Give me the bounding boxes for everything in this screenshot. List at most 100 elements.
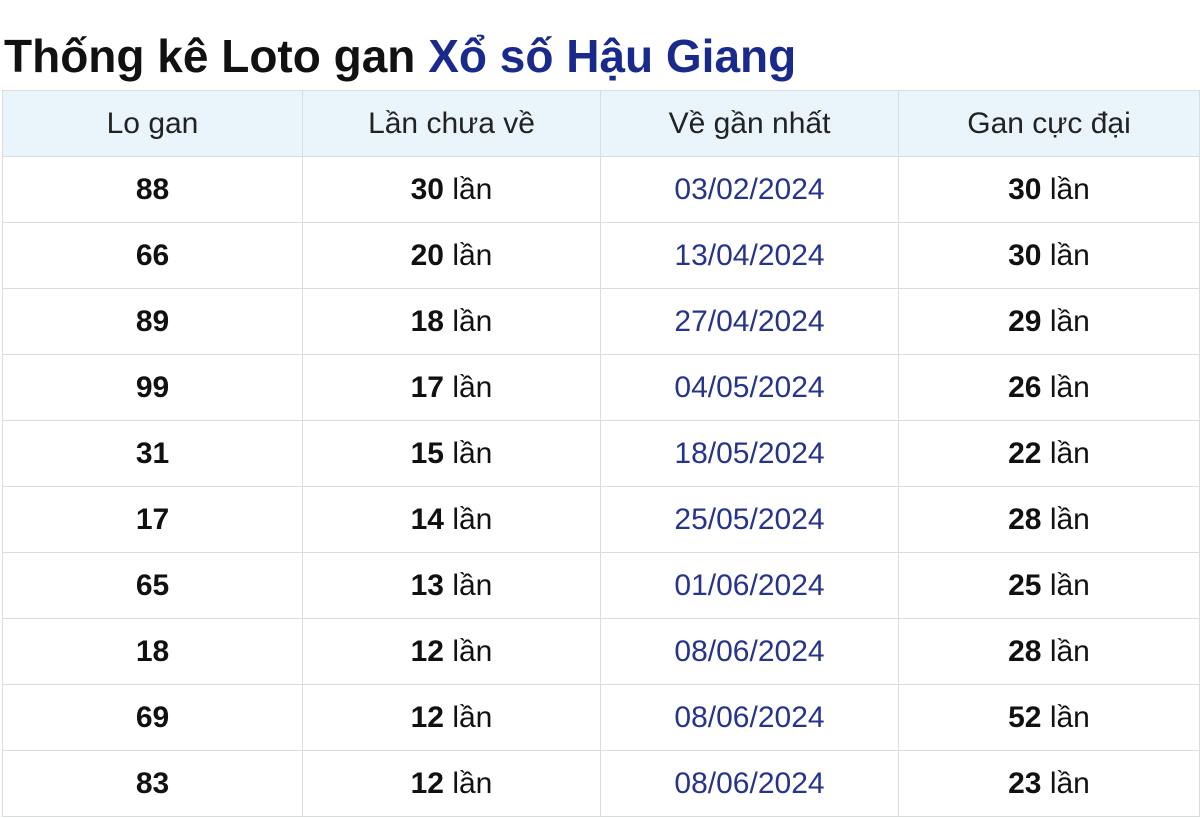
missed-count-cell: 15 lần bbox=[302, 420, 601, 487]
lo-number: 17 bbox=[135, 502, 170, 536]
table-row: 69 12 lần 08/06/2024 52 lần bbox=[2, 684, 1200, 751]
missed-count-cell: 20 lần bbox=[302, 222, 601, 289]
lo-number-cell: 17 bbox=[2, 486, 303, 553]
last-date: 08/06/2024 bbox=[674, 634, 825, 668]
last-date-cell: 13/04/2024 bbox=[600, 222, 899, 289]
lo-number-cell: 99 bbox=[2, 354, 303, 421]
last-date-cell: 25/05/2024 bbox=[600, 486, 899, 553]
unit-label: lần bbox=[452, 634, 493, 668]
unit-label: lần bbox=[1049, 304, 1090, 338]
unit-label: lần bbox=[1049, 568, 1090, 602]
max-gan-cell: 23 lần bbox=[898, 750, 1200, 817]
header-row: Lo gan Lần chưa về Về gần nhất Gan cực đ… bbox=[2, 90, 1200, 157]
unit-label: lần bbox=[452, 304, 493, 338]
missed-count-cell: 18 lần bbox=[302, 288, 601, 355]
max-gan-count: 30 bbox=[1008, 172, 1042, 206]
missed-count-cell: 17 lần bbox=[302, 354, 601, 421]
unit-label: lần bbox=[1049, 370, 1090, 404]
max-gan-cell: 25 lần bbox=[898, 552, 1200, 619]
lo-number-cell: 65 bbox=[2, 552, 303, 619]
table-row: 18 12 lần 08/06/2024 28 lần bbox=[2, 618, 1200, 685]
lo-number-cell: 88 bbox=[2, 156, 303, 223]
max-gan-cell: 30 lần bbox=[898, 156, 1200, 223]
last-date-cell: 08/06/2024 bbox=[600, 618, 899, 685]
lo-number-cell: 31 bbox=[2, 420, 303, 487]
lo-number-cell: 66 bbox=[2, 222, 303, 289]
missed-count: 30 bbox=[410, 172, 444, 206]
last-date-cell: 08/06/2024 bbox=[600, 750, 899, 817]
lo-number: 83 bbox=[135, 766, 170, 800]
last-date: 08/06/2024 bbox=[674, 766, 825, 800]
unit-label: lần bbox=[1049, 766, 1090, 800]
lo-number-cell: 69 bbox=[2, 684, 303, 751]
lo-number-cell: 89 bbox=[2, 288, 303, 355]
unit-label: lần bbox=[452, 436, 493, 470]
missed-count: 12 bbox=[410, 700, 444, 734]
unit-label: lần bbox=[452, 502, 493, 536]
unit-label: lần bbox=[452, 766, 493, 800]
missed-count: 12 bbox=[410, 634, 444, 668]
max-gan-cell: 26 lần bbox=[898, 354, 1200, 421]
lo-gan-table: Lo gan Lần chưa về Về gần nhất Gan cực đ… bbox=[2, 90, 1200, 817]
last-date: 01/06/2024 bbox=[674, 568, 825, 602]
lo-number: 65 bbox=[135, 568, 170, 602]
table-body: 88 30 lần 03/02/2024 30 lần 66 20 lần 13… bbox=[2, 156, 1200, 817]
lo-number-cell: 83 bbox=[2, 750, 303, 817]
missed-count: 12 bbox=[410, 766, 444, 800]
last-date-cell: 08/06/2024 bbox=[600, 684, 899, 751]
max-gan-count: 52 bbox=[1008, 700, 1042, 734]
missed-count-cell: 12 lần bbox=[302, 618, 601, 685]
unit-label: lần bbox=[1049, 172, 1090, 206]
province-link[interactable]: Xổ số Hậu Giang bbox=[428, 30, 796, 82]
last-date-cell: 01/06/2024 bbox=[600, 552, 899, 619]
max-gan-count: 22 bbox=[1008, 436, 1042, 470]
last-date-cell: 27/04/2024 bbox=[600, 288, 899, 355]
missed-count-cell: 12 lần bbox=[302, 750, 601, 817]
table-row: 31 15 lần 18/05/2024 22 lần bbox=[2, 420, 1200, 487]
lo-number: 66 bbox=[135, 238, 170, 272]
header-ve-gan-nhat: Về gần nhất bbox=[600, 90, 899, 157]
max-gan-count: 30 bbox=[1008, 238, 1042, 272]
table-row: 17 14 lần 25/05/2024 28 lần bbox=[2, 486, 1200, 553]
last-date: 27/04/2024 bbox=[674, 304, 825, 338]
max-gan-cell: 30 lần bbox=[898, 222, 1200, 289]
table-row: 89 18 lần 27/04/2024 29 lần bbox=[2, 288, 1200, 355]
unit-label: lần bbox=[452, 700, 493, 734]
missed-count-cell: 14 lần bbox=[302, 486, 601, 553]
max-gan-cell: 29 lần bbox=[898, 288, 1200, 355]
max-gan-count: 23 bbox=[1008, 766, 1042, 800]
max-gan-cell: 28 lần bbox=[898, 618, 1200, 685]
unit-label: lần bbox=[452, 568, 493, 602]
last-date: 18/05/2024 bbox=[674, 436, 825, 470]
last-date-cell: 18/05/2024 bbox=[600, 420, 899, 487]
max-gan-cell: 22 lần bbox=[898, 420, 1200, 487]
table-row: 65 13 lần 01/06/2024 25 lần bbox=[2, 552, 1200, 619]
last-date: 08/06/2024 bbox=[674, 700, 825, 734]
max-gan-count: 29 bbox=[1008, 304, 1042, 338]
unit-label: lần bbox=[1049, 436, 1090, 470]
max-gan-count: 28 bbox=[1008, 634, 1042, 668]
missed-count: 14 bbox=[410, 502, 444, 536]
lo-number: 89 bbox=[135, 304, 170, 338]
last-date-cell: 04/05/2024 bbox=[600, 354, 899, 421]
unit-label: lần bbox=[452, 238, 493, 272]
unit-label: lần bbox=[1049, 700, 1090, 734]
header-lan-chua-ve: Lần chưa về bbox=[302, 90, 601, 157]
max-gan-count: 25 bbox=[1008, 568, 1042, 602]
last-date: 13/04/2024 bbox=[674, 238, 825, 272]
missed-count: 18 bbox=[410, 304, 444, 338]
last-date: 25/05/2024 bbox=[674, 502, 825, 536]
max-gan-cell: 52 lần bbox=[898, 684, 1200, 751]
lo-number: 88 bbox=[135, 172, 170, 206]
unit-label: lần bbox=[1049, 238, 1090, 272]
header-lo-gan: Lo gan bbox=[2, 90, 303, 157]
max-gan-count: 26 bbox=[1008, 370, 1042, 404]
unit-label: lần bbox=[452, 172, 493, 206]
last-date: 03/02/2024 bbox=[674, 172, 825, 206]
missed-count: 15 bbox=[410, 436, 444, 470]
lo-number: 18 bbox=[135, 634, 170, 668]
last-date-cell: 03/02/2024 bbox=[600, 156, 899, 223]
table-row: 88 30 lần 03/02/2024 30 lần bbox=[2, 156, 1200, 223]
lo-number: 69 bbox=[135, 700, 170, 734]
unit-label: lần bbox=[452, 370, 493, 404]
